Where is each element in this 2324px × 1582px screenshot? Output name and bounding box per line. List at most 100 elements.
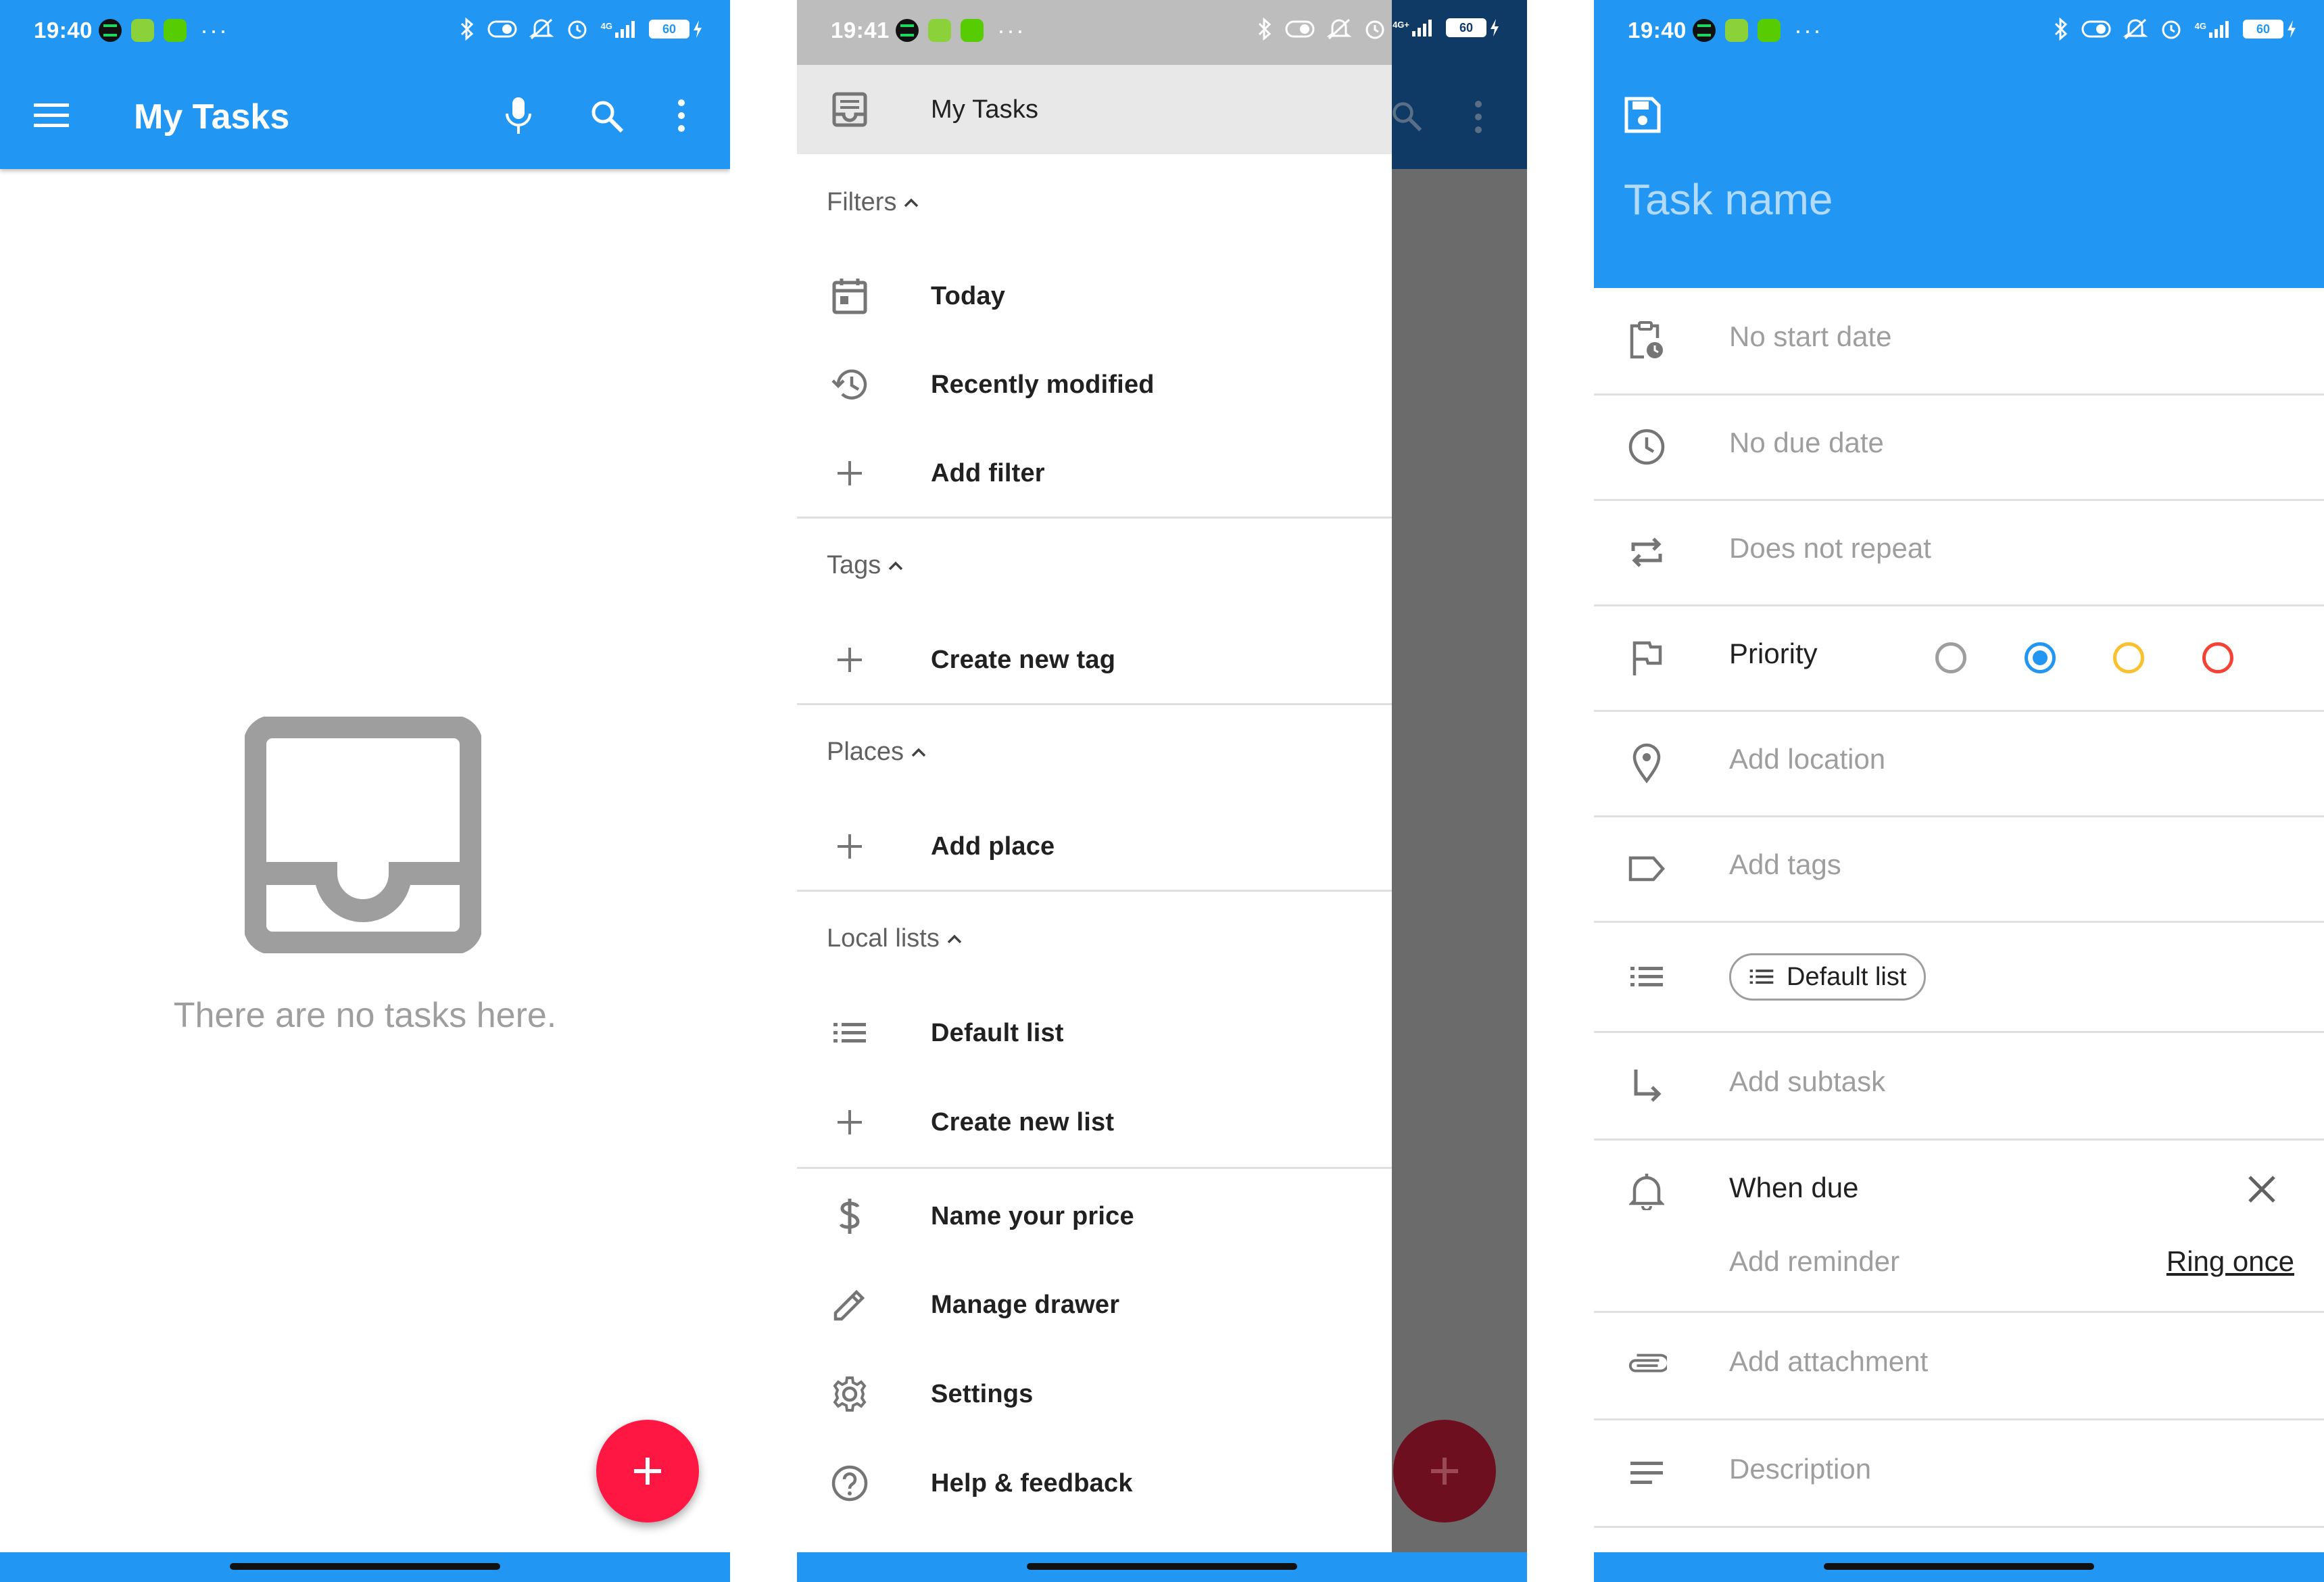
plus-icon [829, 1102, 870, 1143]
app-notification-icon [131, 19, 154, 42]
list-icon [1626, 957, 1667, 997]
app-notification-icon [1725, 19, 1748, 42]
label-icon [1626, 848, 1667, 889]
menu-icon[interactable] [32, 101, 70, 132]
priority-none-radio[interactable] [1935, 642, 1966, 673]
spotify-icon [896, 19, 919, 42]
chevron-up-icon [904, 198, 919, 207]
location-pin-icon [1626, 743, 1667, 784]
remove-reminder-icon[interactable] [2247, 1174, 2277, 1207]
alarm-icon [568, 20, 587, 39]
repeat-row[interactable]: Does not repeat [1594, 501, 2324, 604]
home-indicator[interactable] [1824, 1563, 2094, 1570]
more-notifications-icon: ··· [997, 16, 1025, 44]
start-date-row[interactable]: No start date [1594, 288, 2324, 393]
priority-low-radio[interactable] [2025, 642, 2056, 673]
drawer-item-add-place[interactable]: Add place [797, 802, 1392, 891]
tags-row[interactable]: Add tags [1594, 817, 2324, 921]
drawer-item-add-filter[interactable]: Add filter [797, 429, 1392, 518]
filters-section-header[interactable]: Filters [827, 188, 919, 217]
drawer-item-settings[interactable]: Settings [797, 1349, 1392, 1439]
clipboard-clock-icon [1626, 320, 1667, 361]
toggle-icon [487, 20, 517, 38]
duolingo-icon [961, 19, 984, 42]
battery-icon: 60 [649, 19, 703, 39]
status-bar: 19:40 ··· 4G 60 [0, 0, 730, 65]
drawer-item-help-feedback[interactable]: Help & feedback [797, 1439, 1392, 1528]
home-indicator[interactable] [1027, 1563, 1297, 1570]
help-icon [829, 1463, 870, 1504]
drawer-item-my-tasks[interactable]: My Tasks [797, 65, 1392, 154]
status-time: 19:40 [1628, 18, 1687, 43]
calendar-icon [829, 276, 870, 316]
add-reminder[interactable]: Add reminder [1729, 1245, 1899, 1278]
flag-icon [1626, 638, 1667, 678]
divider [797, 1167, 1392, 1169]
bluetooth-icon [2054, 18, 2067, 41]
drawer-item-manage-drawer[interactable]: Manage drawer [797, 1260, 1392, 1349]
attachment-row[interactable]: Add attachment [1594, 1313, 2324, 1418]
list-row: Default list [1594, 923, 2324, 1031]
toggle-icon [2081, 20, 2111, 38]
home-indicator[interactable] [230, 1563, 500, 1570]
status-time: 19:40 [34, 18, 93, 43]
ring-once-link[interactable]: Ring once [2166, 1245, 2294, 1278]
priority-medium-radio[interactable] [2113, 642, 2144, 673]
add-task-button[interactable] [596, 1420, 699, 1523]
add-task-button [1393, 1420, 1496, 1523]
duolingo-icon [164, 19, 187, 42]
battery-icon: 60 [1446, 18, 1500, 38]
gear-icon [829, 1374, 870, 1414]
description-row[interactable]: Description [1594, 1420, 2324, 1526]
status-bar: 19:40 ··· 4G 60 [1594, 0, 2324, 65]
my-tasks-screen: 19:40 ··· 4G 60 My Tasks There are no ta… [0, 0, 730, 1582]
app-bar: 19:40 ··· 4G 60 My Tasks [0, 0, 730, 169]
plus-icon [1431, 1458, 1458, 1485]
divider [797, 890, 1392, 892]
bluetooth-icon [460, 18, 473, 41]
signal-icon: 4G [2195, 19, 2231, 39]
reminder-when-due: When due [1729, 1172, 1859, 1203]
toggle-icon [1285, 20, 1315, 38]
tags-section-header[interactable]: Tags [827, 551, 904, 580]
more-options-icon[interactable] [676, 99, 687, 136]
due-date-row[interactable]: No due date [1594, 396, 2324, 499]
reminder-row: When due Add reminder Ring once [1594, 1141, 2324, 1311]
divider [797, 517, 1392, 519]
save-icon[interactable] [1624, 96, 1662, 137]
mute-icon [1327, 18, 1351, 40]
drawer-item-create-new-tag[interactable]: Create new tag [797, 615, 1392, 704]
inbox-icon [243, 715, 483, 957]
priority-high-radio[interactable] [2202, 642, 2233, 673]
drawer-item-default-list[interactable]: Default list [797, 988, 1392, 1078]
subtask-row[interactable]: Add subtask [1594, 1033, 2324, 1138]
task-header: 19:40 ··· 4G 60 Task name [1594, 0, 2324, 288]
priority-row: Priority [1594, 606, 2324, 710]
local-lists-section-header[interactable]: Local lists [827, 924, 963, 953]
navigation-drawer: 19:41 ··· My Tasks Filters Today Recentl… [797, 0, 1392, 1552]
places-section-header[interactable]: Places [827, 738, 927, 767]
list-icon [1749, 969, 1774, 984]
drawer-item-name-your-price[interactable]: Name your price [797, 1172, 1392, 1261]
spotify-icon [99, 19, 122, 42]
microphone-icon[interactable] [504, 96, 533, 140]
page-title: My Tasks [134, 97, 290, 137]
search-icon[interactable] [589, 99, 625, 137]
plus-icon [829, 826, 870, 867]
drawer-item-today[interactable]: Today [797, 251, 1392, 341]
status-time: 19:41 [831, 18, 890, 43]
drawer-item-create-new-list[interactable]: Create new list [797, 1078, 1392, 1167]
chevron-up-icon [947, 934, 962, 943]
paperclip-icon [1626, 1345, 1667, 1386]
task-edit-screen: 19:40 ··· 4G 60 Task name No start date … [1594, 0, 2324, 1582]
battery-icon: 60 [2243, 19, 2297, 39]
pencil-icon [829, 1285, 870, 1325]
drawer-item-recently-modified[interactable]: Recently modified [797, 340, 1392, 429]
chevron-up-icon [889, 561, 903, 570]
mute-icon [529, 18, 554, 40]
subdirectory-arrow-icon [1626, 1065, 1667, 1106]
spotify-icon [1693, 19, 1716, 42]
location-row[interactable]: Add location [1594, 712, 2324, 815]
task-name-input[interactable]: Task name [1624, 174, 1833, 224]
list-chip[interactable]: Default list [1729, 953, 1927, 1001]
